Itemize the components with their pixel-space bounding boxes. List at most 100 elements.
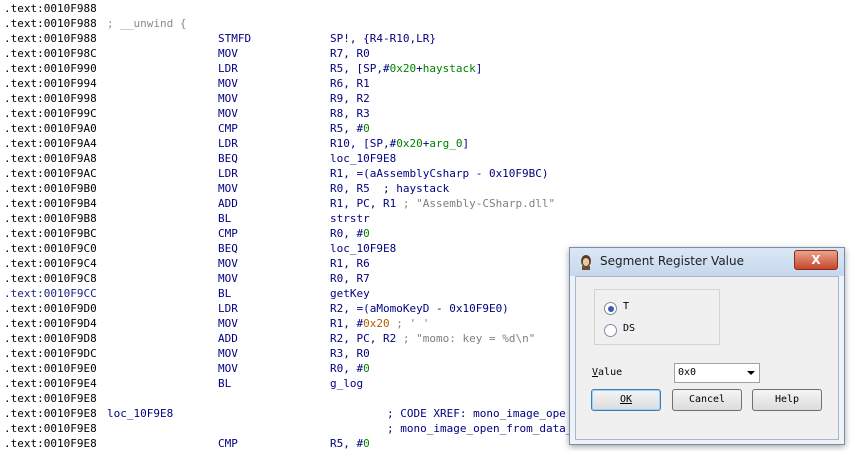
line-address: .text:0010F9AC bbox=[4, 167, 97, 180]
instruction-mnemonic: LDR bbox=[218, 137, 238, 150]
line-address: .text:0010F9E4 bbox=[4, 377, 97, 390]
operand-segment: R6, R1 bbox=[330, 77, 370, 90]
listing-line[interactable]: .text:0010F988 bbox=[0, 1, 859, 16]
line-address: .text:0010F9D8 bbox=[4, 332, 97, 345]
operand-segment: + bbox=[416, 62, 423, 75]
line-address: .text:0010F9E0 bbox=[4, 362, 97, 375]
instruction-operands: R8, R3 bbox=[330, 106, 370, 121]
operand-segment: R2, PC, R2 bbox=[330, 332, 403, 345]
line-address: .text:0010F9D0 bbox=[4, 302, 97, 315]
listing-line[interactable]: .text:0010F998 MOV R9, R2 bbox=[0, 91, 859, 106]
line-address: .text:0010F9A0 bbox=[4, 122, 97, 135]
instruction-mnemonic: STMFD bbox=[218, 32, 252, 45]
line-address: .text:0010F9E8 bbox=[4, 422, 97, 435]
line-address: .text:0010F9E8 bbox=[4, 407, 97, 420]
listing-line[interactable]: .text:0010F988 STMFD SP!, {R4-R10,LR} bbox=[0, 31, 859, 46]
listing-line[interactable]: .text:0010F98C MOV R7, R0 bbox=[0, 46, 859, 61]
operand-segment: R1, =(aAssemblyCsharp - 0x10F9BC) bbox=[330, 167, 549, 180]
dialog-titlebar[interactable]: Segment Register Value X bbox=[570, 248, 844, 276]
segment-register-dialog: Segment Register Value X T DS Value 0x0 … bbox=[569, 247, 845, 445]
operand-segment: strstr bbox=[330, 212, 370, 225]
chevron-down-icon[interactable] bbox=[747, 371, 755, 375]
instruction-mnemonic: MOV bbox=[218, 182, 238, 195]
radio-button[interactable] bbox=[604, 324, 617, 337]
operand-segment: g_log bbox=[330, 377, 364, 390]
listing-line[interactable]: .text:0010F988 ; __unwind { bbox=[0, 16, 859, 31]
instruction-operands: R1, =(aAssemblyCsharp - 0x10F9BC) bbox=[330, 166, 549, 181]
operand-segment: R0, R7 bbox=[330, 272, 370, 285]
dialog-title: Segment Register Value bbox=[600, 254, 744, 268]
line-address: .text:0010F9E8 bbox=[4, 392, 97, 405]
instruction-operands: R5, #0 bbox=[330, 436, 370, 451]
instruction-operands: R2, =(aMomoKeyD - 0x10F9E0) bbox=[330, 301, 509, 316]
code-label[interactable]: loc_10F9E8 bbox=[107, 406, 173, 421]
value-dropdown[interactable]: 0x0 bbox=[674, 363, 760, 383]
listing-line[interactable]: .text:0010F9A4 LDR R10, [SP,#0x20+arg_0] bbox=[0, 136, 859, 151]
operand-segment: getKey bbox=[330, 287, 370, 300]
cancel-button-label: Cancel bbox=[688, 394, 726, 405]
operand-segment: R1, PC, R1 bbox=[330, 197, 403, 210]
instruction-mnemonic: MOV bbox=[218, 257, 238, 270]
close-icon: X bbox=[811, 253, 821, 267]
instruction-mnemonic: BL bbox=[218, 287, 232, 300]
line-address: .text:0010F9DC bbox=[4, 347, 97, 360]
operand-segment: ; ' ' bbox=[389, 317, 430, 330]
instruction-mnemonic: BEQ bbox=[218, 152, 238, 165]
help-button[interactable]: Help bbox=[752, 389, 822, 411]
operand-segment: ; "momo: key = %d\n" bbox=[402, 332, 536, 345]
line-address: .text:0010F9E8 bbox=[4, 437, 97, 450]
listing-line[interactable]: .text:0010F9AC LDR R1, =(aAssemblyCsharp -… bbox=[0, 166, 859, 181]
instruction-mnemonic: LDR bbox=[218, 62, 238, 75]
listing-line[interactable]: .text:0010F99C MOV R8, R3 bbox=[0, 106, 859, 121]
ok-button[interactable]: OK bbox=[591, 389, 661, 411]
operand-segment: R7, R0 bbox=[330, 47, 370, 60]
operand-segment: R5, # bbox=[330, 437, 364, 450]
instruction-operands: loc_10F9E8 bbox=[330, 241, 396, 256]
line-address: .text:0010F988 bbox=[4, 32, 97, 45]
listing-line[interactable]: .text:0010F9B4 ADD R1, PC, R1 ; "Assembly-… bbox=[0, 196, 859, 211]
instruction-mnemonic: ADD bbox=[218, 332, 238, 345]
operand-segment: SP!, {R4-R10,LR} bbox=[330, 32, 436, 45]
operand-segment: 0 bbox=[363, 437, 370, 450]
instruction-mnemonic: ADD bbox=[218, 197, 238, 210]
operand-segment: 0 bbox=[363, 227, 370, 240]
dialog-content: T DS Value 0x0 OK Cancel Help bbox=[575, 276, 839, 440]
xref-comment: ; CODE XREF: mono_image_ope bbox=[387, 407, 566, 420]
line-address: .text:0010F9BC bbox=[4, 227, 97, 240]
listing-line[interactable]: .text:0010F990 LDR R5, [SP,#0x20+haystack] bbox=[0, 61, 859, 76]
operand-segment: loc_10F9E8 bbox=[330, 242, 397, 255]
instruction-mnemonic: BL bbox=[218, 212, 232, 225]
instruction-mnemonic: MOV bbox=[218, 317, 238, 330]
listing-line[interactable]: .text:0010F9A8 BEQ loc_10F9E8 bbox=[0, 151, 859, 166]
operand-segment: R5, # bbox=[330, 122, 364, 135]
cancel-button[interactable]: Cancel bbox=[672, 389, 742, 411]
operand-segment: ] bbox=[475, 62, 483, 75]
instruction-operands: R1, R6 bbox=[330, 256, 370, 271]
operand-segment: R10, [SP,# bbox=[330, 137, 397, 150]
close-button[interactable]: X bbox=[794, 250, 838, 270]
value-dropdown-text: 0x0 bbox=[678, 367, 697, 378]
instruction-mnemonic: MOV bbox=[218, 47, 238, 60]
operand-segment: arg_0 bbox=[429, 137, 463, 150]
line-address: .text:0010F9A8 bbox=[4, 152, 97, 165]
line-address: .text:0010F98C bbox=[4, 47, 97, 60]
line-address: .text:0010F988 bbox=[4, 2, 97, 15]
line-address: .text:0010F9B8 bbox=[4, 212, 97, 225]
operand-segment: R5, [SP,# bbox=[330, 62, 390, 75]
listing-line[interactable]: .text:0010F9BC CMP R0, #0 bbox=[0, 226, 859, 241]
instruction-mnemonic: MOV bbox=[218, 362, 238, 375]
instruction-operands: R6, R1 bbox=[330, 76, 370, 91]
listing-line[interactable]: .text:0010F9B0 MOV R0, R5 ; haystack bbox=[0, 181, 859, 196]
listing-line[interactable]: .text:0010F994 MOV R6, R1 bbox=[0, 76, 859, 91]
ok-button-label: OK bbox=[619, 394, 633, 405]
line-address: .text:0010F9C0 bbox=[4, 242, 97, 255]
line-address: .text:0010F9CC bbox=[4, 287, 97, 300]
operand-segment: R8, R3 bbox=[330, 107, 370, 120]
radio-selected-dot bbox=[607, 305, 614, 312]
listing-line[interactable]: .text:0010F9B8 BL strstr bbox=[0, 211, 859, 226]
line-address: .text:0010F9B4 bbox=[4, 197, 97, 210]
line-address: .text:0010F99C bbox=[4, 107, 97, 120]
listing-line[interactable]: .text:0010F9A0 CMP R5, #0 bbox=[0, 121, 859, 136]
radio-button[interactable] bbox=[604, 302, 617, 315]
operand-segment: R0, R5 ; haystack bbox=[330, 182, 450, 195]
